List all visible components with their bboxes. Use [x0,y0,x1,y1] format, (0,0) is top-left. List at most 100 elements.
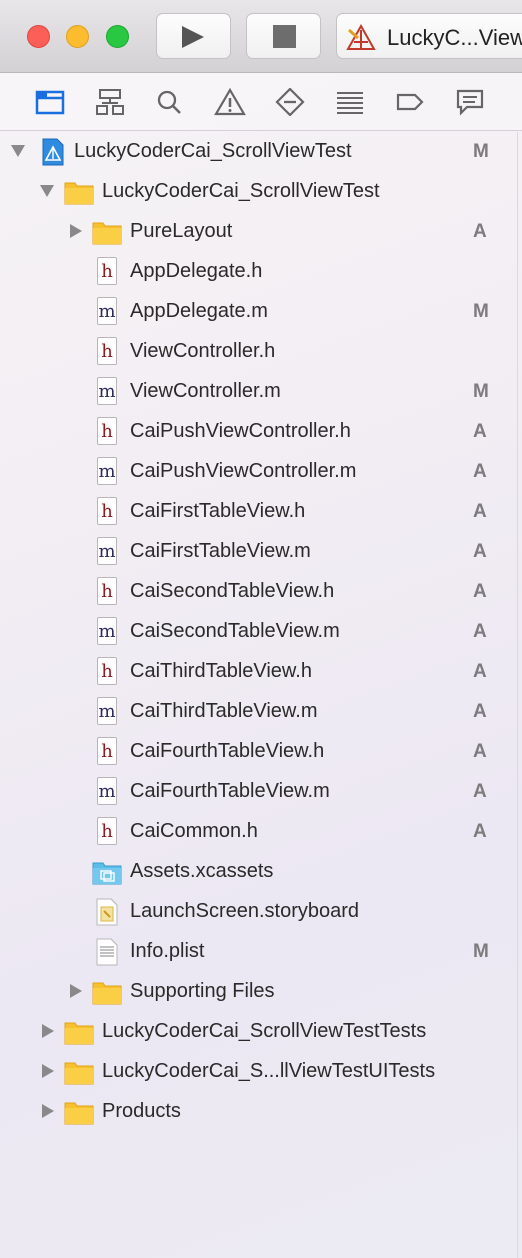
tree-row-file[interactable]: h CaiFirstTableView.h A [0,492,522,532]
tree-label: Assets.xcassets [130,860,274,882]
search-icon[interactable] [154,88,186,116]
tree-row-uitests[interactable]: LuckyCoderCai_S...llViewTestUITests [0,1052,522,1092]
scm-status-badge: A [473,461,487,482]
header-file-icon: h [97,577,117,605]
tree-label: AppDelegate.m [130,300,268,322]
header-file-icon: h [97,257,117,285]
tree-row-file[interactable]: m ViewController.m M [0,372,522,412]
disclosure-collapsed-icon[interactable] [70,224,82,238]
disclosure-expanded-icon[interactable] [11,145,25,157]
tree-label: ViewController.h [130,340,276,362]
navigator-selector-bar [0,73,522,131]
xcode-app-icon [346,24,376,50]
tree-row-file[interactable]: m CaiThirdTableView.m A [0,692,522,732]
tree-row-file[interactable]: h CaiSecondTableView.h A [0,572,522,612]
tree-row-file[interactable]: m AppDelegate.m M [0,292,522,332]
scm-status-badge: A [473,661,487,682]
disclosure-expanded-icon[interactable] [40,185,54,197]
tree-row-file[interactable]: h AppDelegate.h [0,252,522,292]
disclosure-collapsed-icon[interactable] [42,1024,54,1038]
scm-status-badge: A [473,541,487,562]
disclosure-collapsed-icon[interactable] [42,1104,54,1118]
tree-row-file[interactable]: h ViewController.h [0,332,522,372]
tree-label: CaiFirstTableView.m [130,540,311,562]
play-icon [182,26,204,48]
sidebar-divider [517,132,518,1258]
tree-label: LuckyCoderCai_S...llViewTestUITests [102,1060,436,1082]
window-titlebar: LuckyC...View [0,0,522,73]
objc-source-file-icon: m [97,617,117,645]
scheme-label: LuckyC...View [387,25,522,50]
tree-row-tests[interactable]: LuckyCoderCai_ScrollViewTestTests [0,1012,522,1052]
hierarchy-icon[interactable] [94,88,126,116]
run-button[interactable] [156,13,231,59]
tree-label: Info.plist [130,940,205,962]
tree-row-infoplist[interactable]: Info.plist M [0,932,522,972]
warning-icon[interactable] [214,87,246,116]
header-file-icon: h [97,657,117,685]
tree-row-group-main[interactable]: LuckyCoderCai_ScrollViewTest [0,172,522,212]
plist-file-icon [96,938,118,966]
tree-row-launchscreen[interactable]: LaunchScreen.storyboard [0,892,522,932]
tree-label: CaiFirstTableView.h [130,500,306,522]
scm-status-badge: A [473,501,487,522]
tree-row-file[interactable]: m CaiPushViewController.m A [0,452,522,492]
disclosure-collapsed-icon[interactable] [42,1064,54,1078]
tree-label: CaiFourthTableView.m [130,780,330,802]
tree-label: CaiThirdTableView.m [130,700,318,722]
scm-status-badge: A [473,421,487,442]
tree-label: LuckyCoderCai_ScrollViewTest [74,140,352,162]
tree-label: Products [102,1100,181,1122]
tree-label: CaiPushViewController.h [130,420,351,442]
objc-source-file-icon: m [97,457,117,485]
minimize-window-button[interactable] [66,25,89,48]
objc-source-file-icon: m [97,777,117,805]
disclosure-collapsed-icon[interactable] [70,984,82,998]
scm-status-badge: A [473,701,487,722]
scm-status-badge: A [473,581,487,602]
header-file-icon: h [97,817,117,845]
tree-label: PureLayout [130,220,233,242]
objc-source-file-icon: m [97,697,117,725]
tree-label: LaunchScreen.storyboard [130,900,360,922]
storyboard-icon [96,898,118,926]
scm-status-badge: M [473,381,489,402]
stop-button[interactable] [246,13,321,59]
tag-icon[interactable] [394,88,426,116]
list-icon[interactable] [334,88,366,116]
tree-row-file[interactable]: h CaiPushViewController.h A [0,412,522,452]
folder-icon [64,1022,94,1045]
test-diamond-icon[interactable] [274,87,306,117]
tree-row-file[interactable]: h CaiFourthTableView.h A [0,732,522,772]
scm-status-badge: M [473,301,489,322]
close-window-button[interactable] [27,25,50,48]
tree-row-file[interactable]: m CaiFirstTableView.m A [0,532,522,572]
tree-label: Supporting Files [130,980,275,1002]
tree-row-file[interactable]: m CaiFourthTableView.m A [0,772,522,812]
header-file-icon: h [97,337,117,365]
tree-row-project[interactable]: LuckyCoderCai_ScrollViewTest M [0,132,522,172]
scm-status-badge: A [473,221,487,242]
folder-icon[interactable] [34,88,66,116]
tree-row-supporting-files[interactable]: Supporting Files [0,972,522,1012]
folder-icon [92,982,122,1005]
tree-row-file[interactable]: m CaiSecondTableView.m A [0,612,522,652]
folder-icon [92,222,122,245]
tree-row-products[interactable]: Products [0,1092,522,1132]
comment-icon[interactable] [454,88,486,116]
tree-row-group-purelayout[interactable]: PureLayout A [0,212,522,252]
tree-row-assets[interactable]: Assets.xcassets [0,852,522,892]
tree-label: CaiCommon.h [130,820,258,842]
tree-row-file[interactable]: h CaiThirdTableView.h A [0,652,522,692]
project-file-icon [42,138,64,166]
tree-label: CaiSecondTableView.h [130,580,335,602]
tree-label: LuckyCoderCai_ScrollViewTest [102,180,380,202]
scm-status-badge: M [473,141,489,162]
folder-icon [64,1062,94,1085]
tree-label: AppDelegate.h [130,260,263,282]
tree-row-file[interactable]: h CaiCommon.h A [0,812,522,852]
scm-status-badge: M [473,941,489,962]
folder-icon [64,182,94,205]
scheme-selector[interactable]: LuckyC...View [336,13,522,59]
zoom-window-button[interactable] [106,25,129,48]
